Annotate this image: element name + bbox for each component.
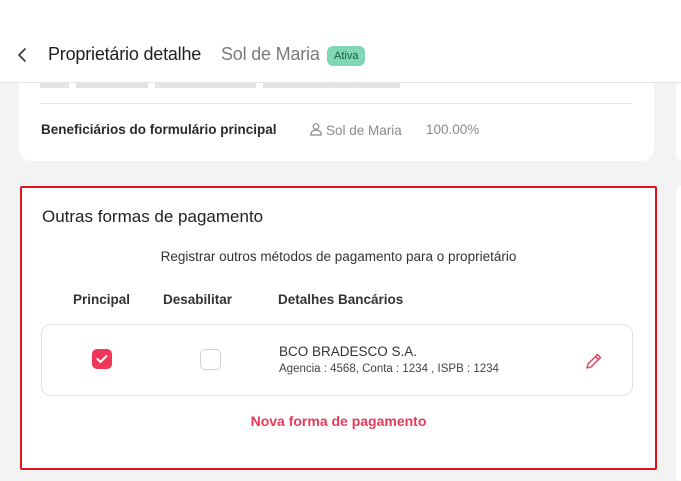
- pencil-icon: [586, 353, 602, 369]
- page-title: Proprietário detalhe: [48, 44, 202, 64]
- edit-button[interactable]: [584, 351, 604, 371]
- beneficiaries-label: Beneficiários do formulário principal: [41, 122, 277, 137]
- disable-checkbox[interactable]: [200, 349, 221, 370]
- back-button[interactable]: [14, 44, 30, 66]
- column-disable: Desabilitar: [163, 292, 233, 307]
- principal-checkbox[interactable]: [92, 349, 112, 369]
- owner-name: Sol de Maria: [221, 44, 320, 64]
- beneficiary-name: Sol de Maria: [326, 123, 402, 138]
- payment-row: BCO BRADESCO S.A. Agencia : 4568, Conta …: [41, 324, 633, 396]
- side-panel-edge: [676, 186, 681, 481]
- check-icon: [96, 355, 108, 363]
- page-header: Proprietário detalhe Sol de Maria Ativa: [0, 0, 681, 83]
- user-icon: [309, 122, 323, 139]
- bank-account-details: Agencia : 4568, Conta : 1234 , ISPB : 12…: [279, 363, 499, 375]
- side-panel-edge: [676, 82, 681, 160]
- payment-methods-card: Outras formas de pagamento Registrar out…: [20, 186, 657, 470]
- beneficiary-user: Sol de Maria: [309, 122, 402, 139]
- beneficiary-percent: 100.00%: [426, 122, 480, 137]
- chevron-left-icon: [18, 48, 26, 62]
- payment-section-title: Outras formas de pagamento: [42, 207, 264, 226]
- status-badge: Ativa: [327, 46, 366, 66]
- column-principal: Principal: [73, 292, 131, 307]
- payment-description: Registrar outros métodos de pagamento pa…: [160, 249, 517, 264]
- bank-name: BCO BRADESCO S.A.: [279, 344, 418, 359]
- divider: [40, 103, 632, 104]
- column-bank-details: Detalhes Bancários: [278, 292, 404, 307]
- new-payment-method-button[interactable]: Nova forma de pagamento: [22, 413, 655, 429]
